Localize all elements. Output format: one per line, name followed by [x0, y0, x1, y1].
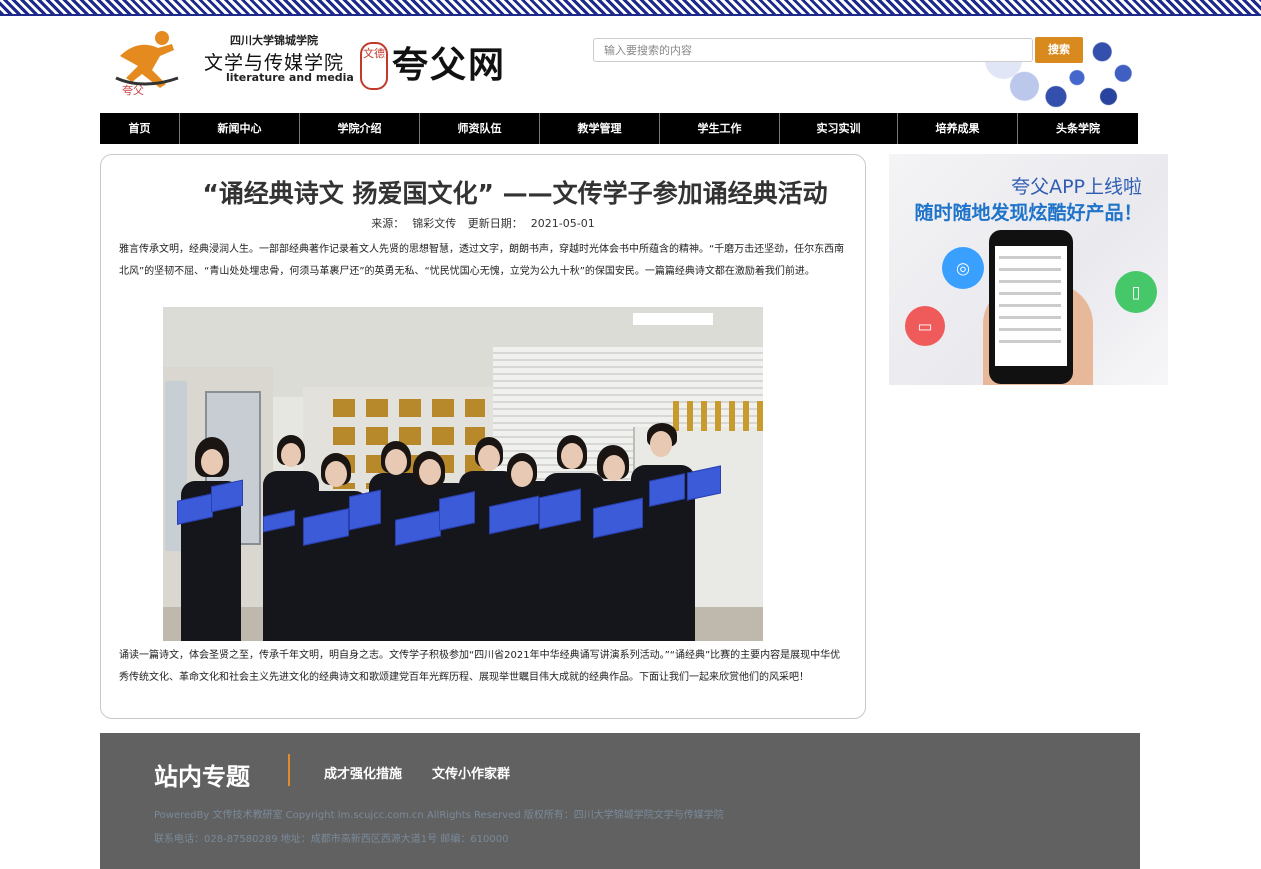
- phone-icon: ▯: [1115, 271, 1157, 313]
- monitor-icon: ▭: [905, 306, 945, 346]
- article-paragraph: 诵读一篇诗文，体会圣贤之至，传承千年文明，明自身之志。文传学子积极参加“四川省2…: [119, 650, 841, 683]
- school-name: 四川大学锦城学院: [230, 34, 318, 47]
- nav-item-achievements[interactable]: 培养成果: [898, 113, 1018, 144]
- college-name-en: literature and media: [226, 71, 354, 84]
- logo-brand-small: 夸父: [122, 84, 144, 97]
- footer-contact: 联系电话：028-87580289 地址：成都市高新西区西源大道1号 邮编：61…: [154, 834, 509, 845]
- nav-item-headlines[interactable]: 头条学院: [1018, 113, 1138, 144]
- nav-item-home[interactable]: 首页: [100, 113, 180, 144]
- footer-link-training[interactable]: 成才强化措施: [324, 763, 402, 782]
- footer-divider: [288, 754, 290, 786]
- search-input[interactable]: 输入要搜索的内容: [593, 38, 1033, 62]
- ad-headline: 夸父APP上线啦: [1011, 176, 1142, 198]
- nav-item-internship[interactable]: 实习实训: [780, 113, 898, 144]
- site-logo[interactable]: 夸父 四川大学锦城学院 文学与传媒学院 literature and media…: [112, 22, 512, 110]
- article-photo: [163, 307, 763, 641]
- seal-icon: 文德: [360, 42, 388, 90]
- source-label: 来源：: [371, 217, 405, 230]
- nav-item-about[interactable]: 学院介绍: [300, 113, 420, 144]
- brand-name: 夸父网: [392, 44, 507, 86]
- site-footer: 站内专题 成才强化措施 文传小作家群 PoweredBy 文传技术教研室 Cop…: [100, 733, 1140, 869]
- decorative-top-border: [0, 0, 1261, 16]
- nav-item-news[interactable]: 新闻中心: [180, 113, 300, 144]
- article-title: “诵经典诗文 扬爱国文化” ——文传学子参加诵经典活动: [202, 179, 828, 208]
- smartphone-icon: [989, 230, 1073, 384]
- article-card: “诵经典诗文 扬爱国文化” ——文传学子参加诵经典活动 来源： 锦彩文传 更新日期…: [100, 154, 866, 719]
- nav-item-students[interactable]: 学生工作: [660, 113, 780, 144]
- footer-link-writers[interactable]: 文传小作家群: [432, 763, 510, 782]
- nav-item-faculty[interactable]: 师资队伍: [420, 113, 540, 144]
- search-icon: ◎: [942, 247, 984, 289]
- app-ad-banner[interactable]: 夸父APP上线啦 随时随地发现炫酷好产品！ ◎ ▭ ▯: [889, 154, 1168, 385]
- article-paragraph: 雅言传承文明，经典浸润人生。一部部经典著作记录着文人先贤的思想智慧，透过文字，朗…: [119, 244, 845, 277]
- footer-copyright: PoweredBy 文传技术教研室 Copyright lm.scujcc.co…: [154, 810, 724, 821]
- source-value: 锦彩文传: [412, 217, 457, 230]
- ad-tagline: 随时随地发现炫酷好产品！: [914, 202, 1143, 224]
- site-header: 夸父 四川大学锦城学院 文学与传媒学院 literature and media…: [100, 20, 1140, 112]
- date-value: 2021-05-01: [530, 217, 595, 230]
- date-label: 更新日期：: [467, 217, 523, 230]
- nav-item-teaching[interactable]: 教学管理: [540, 113, 660, 144]
- main-nav: 首页 新闻中心 学院介绍 师资队伍 教学管理 学生工作 实习实训 培养成果 头条…: [100, 113, 1138, 144]
- article-meta: 来源： 锦彩文传 更新日期： 2021-05-01: [101, 215, 865, 231]
- footer-title: 站内专题: [154, 763, 250, 791]
- search-button[interactable]: 搜索: [1035, 37, 1083, 63]
